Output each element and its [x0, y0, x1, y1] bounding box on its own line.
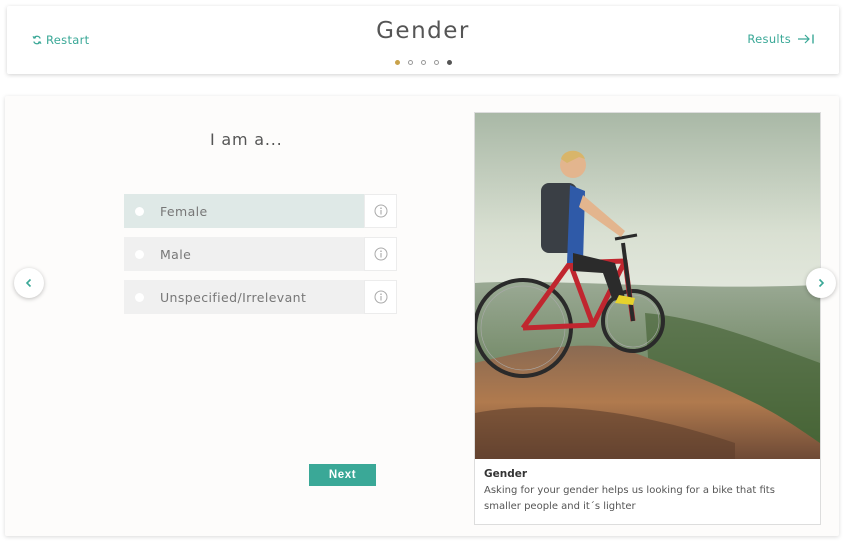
option-body[interactable]: Female: [124, 194, 364, 228]
next-arrow-button[interactable]: [806, 268, 836, 298]
option-male[interactable]: Male: [124, 237, 397, 271]
option-unspecified[interactable]: Unspecified/Irrelevant: [124, 280, 397, 314]
progress-dot-4[interactable]: [433, 60, 439, 65]
cyclist-photo: [475, 113, 820, 459]
panel-caption: Gender Asking for your gender helps us l…: [484, 468, 810, 515]
option-body[interactable]: Unspecified/Irrelevant: [124, 280, 364, 314]
previous-arrow-button[interactable]: [14, 268, 44, 298]
question-text: I am a...: [210, 130, 283, 149]
results-button[interactable]: Results: [747, 32, 815, 46]
progress-dots: [7, 60, 839, 65]
progress-dot-5[interactable]: [446, 60, 452, 65]
option-label: Unspecified/Irrelevant: [160, 289, 307, 305]
page-title: Gender: [376, 18, 470, 44]
info-button[interactable]: [364, 280, 397, 314]
info-button[interactable]: [364, 237, 397, 271]
option-body[interactable]: Male: [124, 237, 364, 271]
results-arrow-icon: [798, 34, 814, 44]
radio-button[interactable]: [135, 206, 144, 216]
caption-title: Gender: [484, 468, 528, 480]
next-button[interactable]: Next: [309, 464, 376, 486]
info-icon: [374, 247, 387, 261]
progress-dot-1[interactable]: [394, 60, 400, 65]
option-label: Male: [160, 246, 192, 262]
radio-button[interactable]: [135, 249, 144, 259]
progress-dot-2[interactable]: [407, 60, 413, 65]
progress-dot-3[interactable]: [420, 60, 426, 65]
results-label: Results: [747, 32, 791, 46]
question-card: I am a... Female Male Unspecified/Irrele…: [5, 96, 839, 536]
radio-button[interactable]: [135, 292, 144, 302]
info-button[interactable]: [364, 194, 397, 228]
info-icon: [374, 204, 387, 218]
option-label: Female: [160, 203, 208, 219]
info-icon: [374, 290, 387, 304]
option-female[interactable]: Female: [124, 194, 397, 228]
chevron-right-icon: [818, 278, 825, 288]
info-panel: Gender Asking for your gender helps us l…: [474, 112, 821, 525]
caption-text: Asking for your gender helps us looking …: [484, 485, 775, 512]
chevron-left-icon: [25, 278, 32, 288]
header-bar: Restart Gender Results: [7, 6, 839, 74]
